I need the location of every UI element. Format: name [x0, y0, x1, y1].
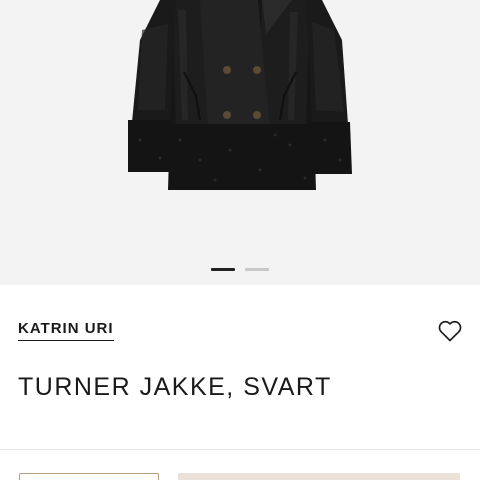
heart-icon	[438, 320, 462, 342]
size-select[interactable]	[19, 473, 159, 480]
add-to-cart-button[interactable]	[178, 473, 460, 480]
gallery-pagination	[0, 268, 480, 274]
brand-link[interactable]: KATRIN URI	[18, 321, 114, 341]
gallery-dot[interactable]	[245, 268, 269, 271]
favorite-button[interactable]	[436, 317, 464, 345]
product-title: TURNER JAKKE, SVART	[18, 373, 332, 401]
divider	[0, 449, 480, 450]
gallery-dot-active[interactable]	[211, 268, 235, 271]
product-info: KATRIN URI TURNER JAKKE, SVART	[0, 285, 480, 480]
product-gallery[interactable]	[0, 0, 480, 285]
product-image[interactable]	[0, 0, 480, 285]
